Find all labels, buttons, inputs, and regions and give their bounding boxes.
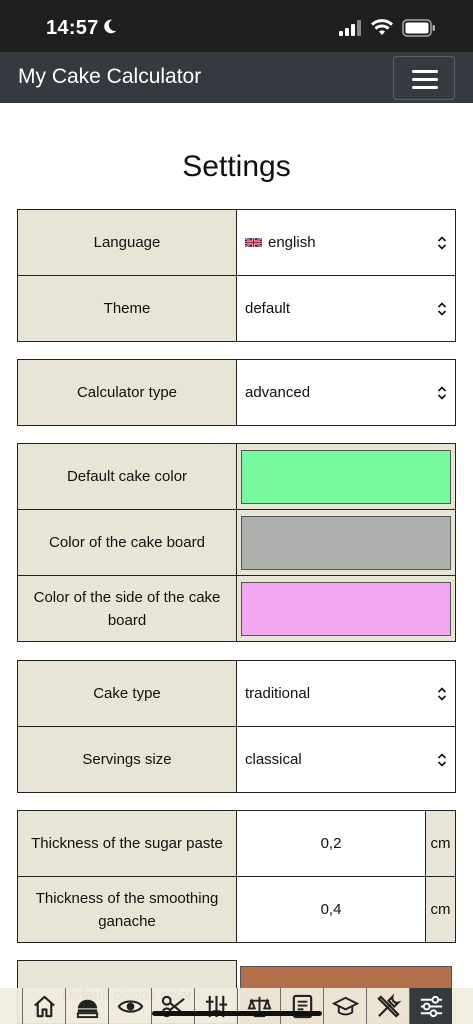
default-cake-color-picker[interactable] [241, 449, 451, 504]
cake-type-label: Cake type [17, 660, 237, 727]
nav-learn[interactable] [323, 988, 366, 1024]
hamburger-icon [412, 70, 438, 73]
app-title: My Cake Calculator [18, 65, 202, 88]
language-theme-table: Language english Theme default [17, 209, 456, 342]
bottom-nav [0, 988, 473, 1024]
sugar-paste-unit: cm [425, 810, 456, 877]
smoothing-ganache-input[interactable]: 0,4 [236, 876, 426, 943]
cake-type-value: traditional [245, 685, 311, 702]
servings-size-select[interactable]: classical [236, 726, 456, 793]
cake-board-color-picker[interactable] [241, 515, 451, 570]
cake-icon [76, 999, 99, 1019]
cellular-signal-icon [339, 20, 361, 36]
theme-value: default [245, 300, 291, 317]
nav-adjust[interactable] [194, 988, 237, 1024]
status-bar: 14:57 [0, 0, 473, 52]
thickness-table: Thickness of the sugar paste 0,2 cm Thic… [17, 810, 456, 943]
tools-icon [377, 993, 402, 1018]
cake-type-select[interactable]: traditional [236, 660, 456, 727]
chevron-updown-icon [437, 301, 447, 316]
theme-label: Theme [17, 275, 237, 342]
app-header: My Cake Calculator [0, 52, 473, 103]
nav-view[interactable] [108, 988, 151, 1024]
nav-tools[interactable] [366, 988, 409, 1024]
home-indicator [152, 1011, 322, 1016]
nav-cut[interactable] [151, 988, 194, 1024]
sugar-paste-input[interactable]: 0,2 [236, 810, 426, 877]
nav-scale[interactable] [237, 988, 280, 1024]
cake-board-side-color-label: Color of the side of the cake board [17, 575, 237, 642]
moon-icon [104, 19, 117, 34]
smoothing-ganache-unit: cm [425, 876, 456, 943]
wifi-icon [371, 19, 393, 35]
calculator-type-select[interactable]: advanced [236, 359, 456, 426]
theme-select[interactable]: default [236, 275, 456, 342]
colors-table: Default cake color Color of the cake boa… [17, 443, 456, 642]
smoothing-ganache-label: Thickness of the smoothing ganache [17, 876, 237, 943]
hamburger-menu-button[interactable] [393, 56, 455, 100]
nav-book[interactable] [280, 988, 323, 1024]
servings-size-label: Servings size [17, 726, 237, 793]
status-time: 14:57 [46, 17, 99, 39]
language-value: english [268, 234, 316, 251]
language-select[interactable]: english [236, 209, 456, 276]
nav-cake[interactable] [65, 988, 108, 1024]
cake-type-table: Cake type traditional Servings size clas… [17, 660, 456, 793]
calculator-type-table: Calculator type advanced [17, 359, 456, 426]
uk-flag-icon [245, 237, 262, 248]
home-icon [34, 995, 55, 1018]
default-cake-color-label: Default cake color [17, 443, 237, 510]
calculator-type-label: Calculator type [17, 359, 237, 426]
cake-board-side-color-picker[interactable] [241, 581, 451, 636]
sliders-icon [420, 995, 443, 1018]
nav-settings[interactable] [409, 988, 452, 1024]
battery-icon [402, 19, 435, 37]
chevron-updown-icon [437, 686, 447, 701]
chevron-updown-icon [437, 385, 447, 400]
cake-board-color-label: Color of the cake board [17, 509, 237, 576]
hamburger-bar [412, 86, 438, 89]
language-label: Language [17, 209, 237, 276]
page-title: Settings [182, 150, 291, 183]
chevron-updown-icon [437, 235, 447, 250]
nav-home[interactable] [22, 988, 65, 1024]
hamburger-bar [412, 78, 438, 81]
calculator-type-value: advanced [245, 384, 311, 401]
chevron-updown-icon [437, 752, 447, 767]
servings-size-value: classical [245, 751, 302, 768]
eye-icon [117, 1000, 144, 1013]
sugar-paste-label: Thickness of the sugar paste [17, 810, 237, 877]
graduation-cap-icon [332, 996, 359, 1016]
